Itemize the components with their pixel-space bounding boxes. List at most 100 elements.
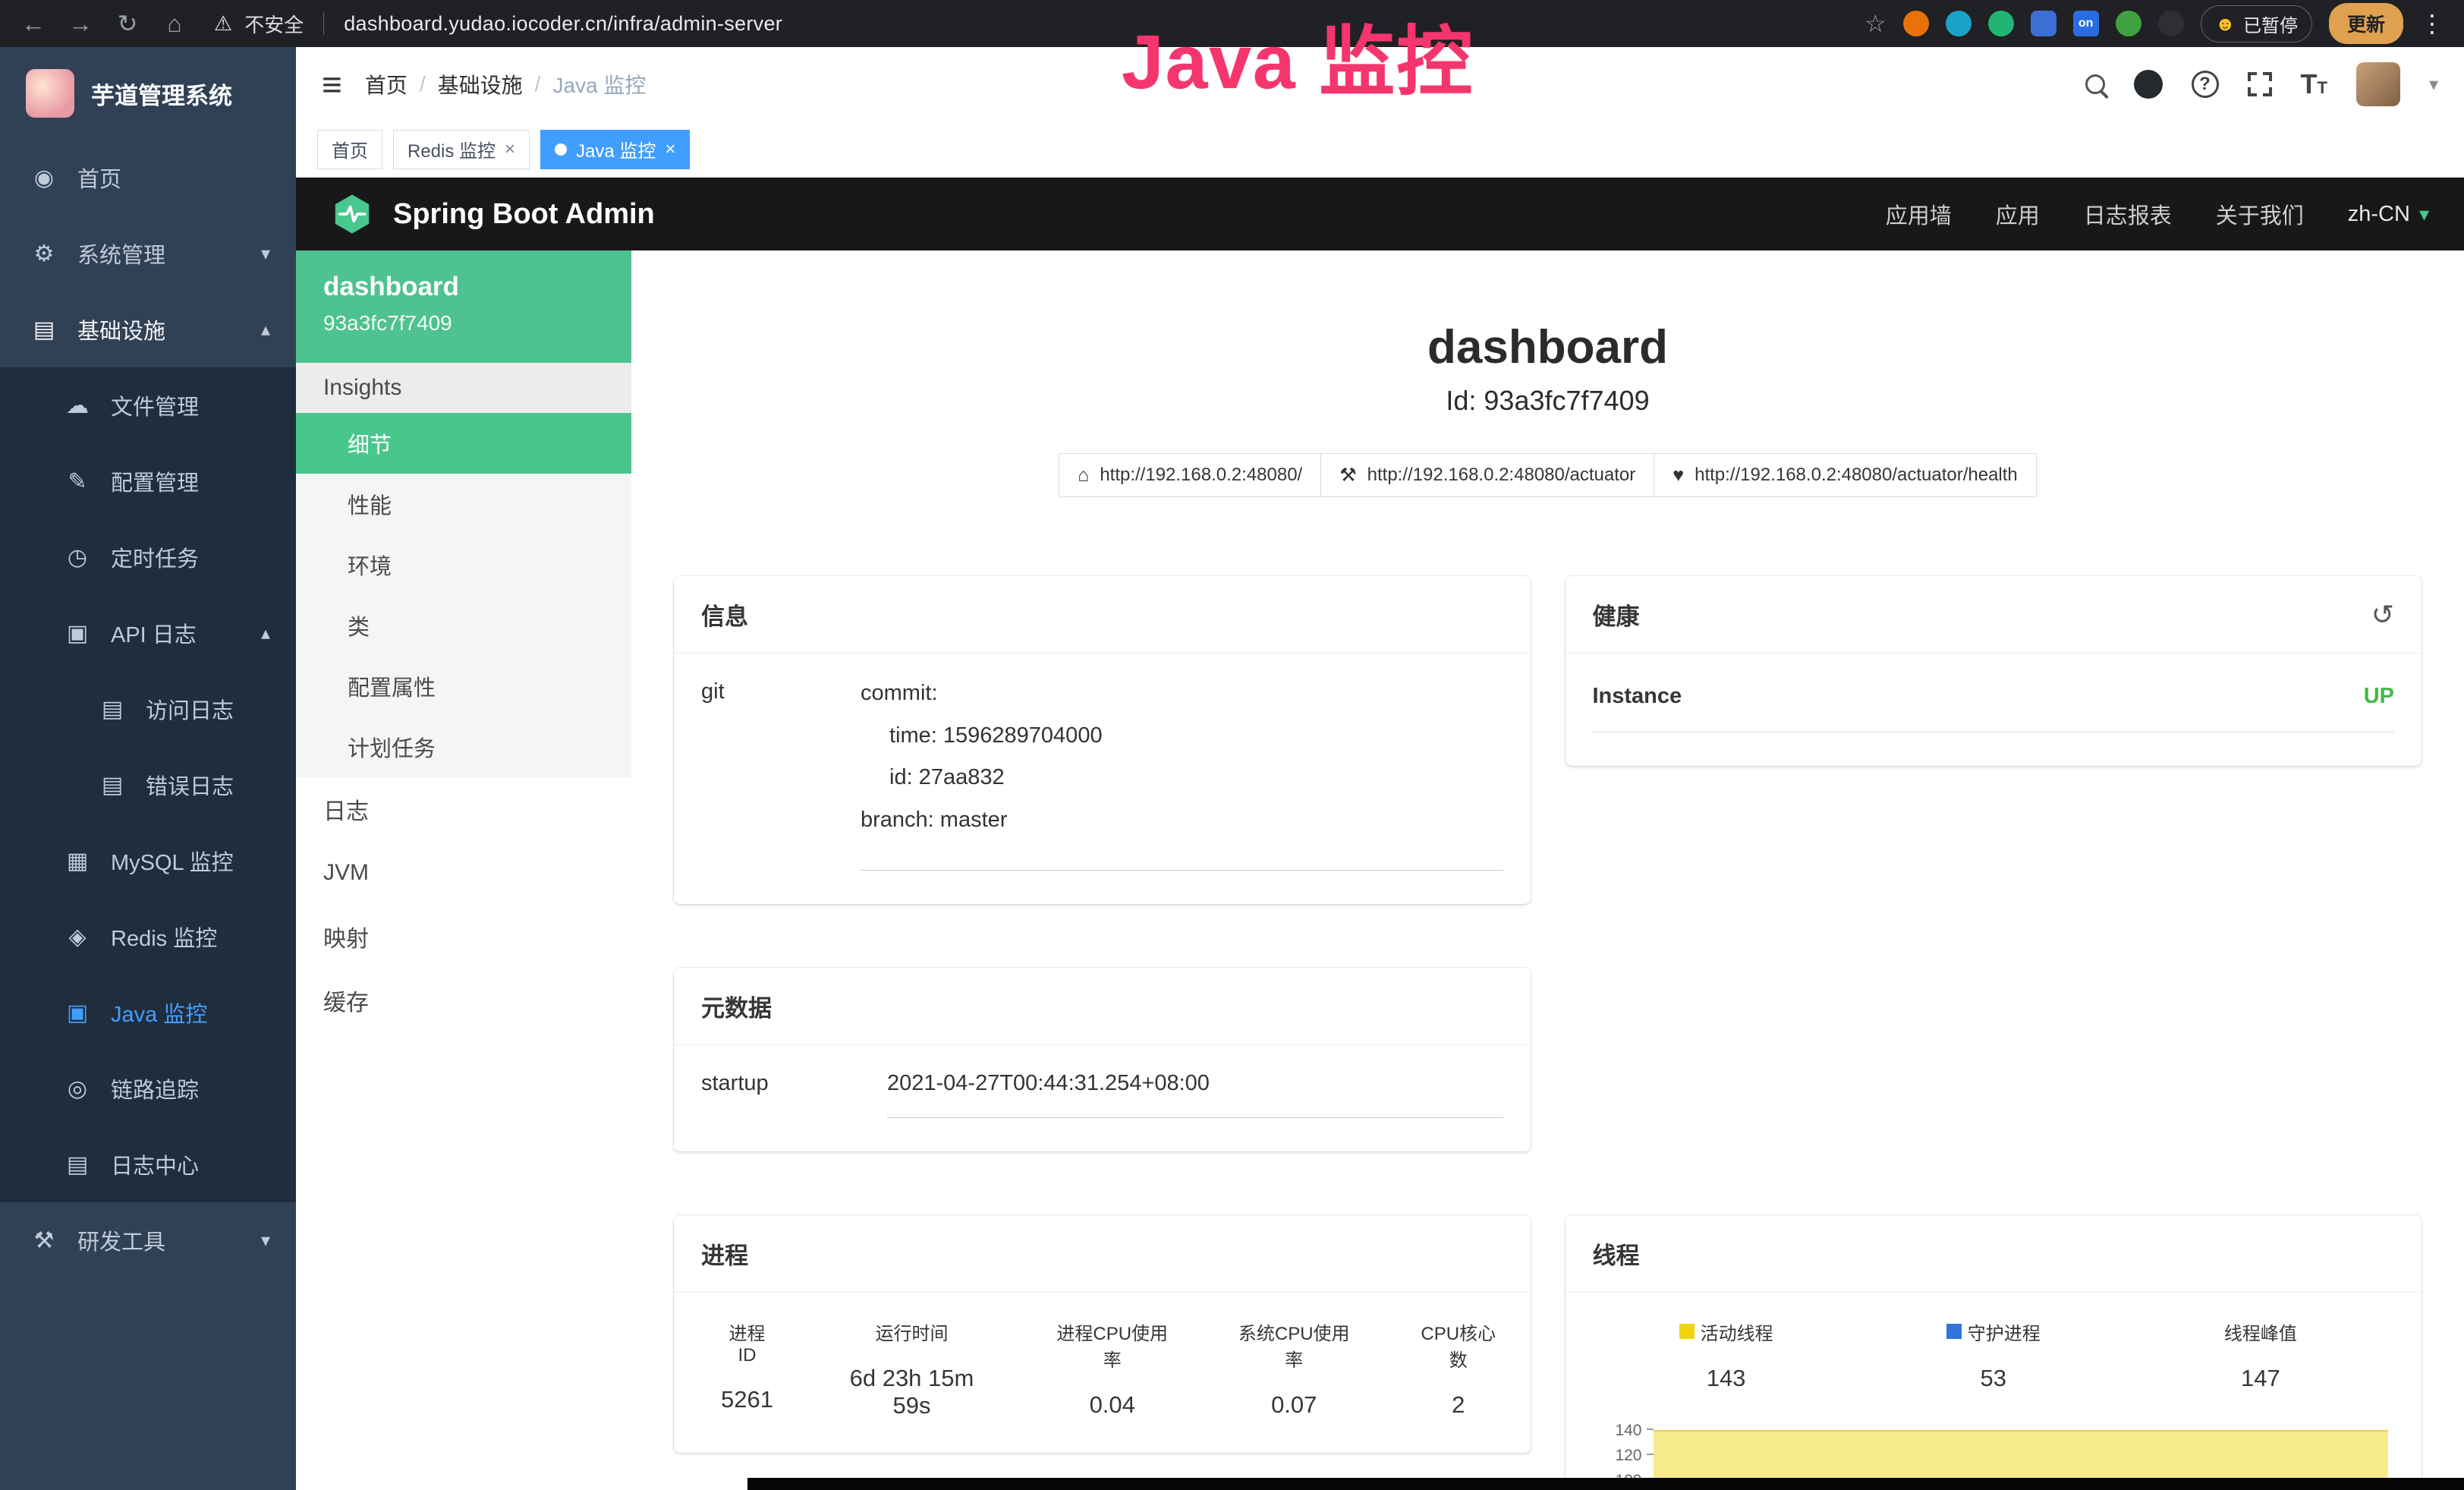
extension-icon[interactable] (1903, 11, 1929, 36)
admin-sidebar: 芋道管理系统 ◉ 首页 ⚙ 系统管理 ▾ ▤ 基础设施 ▴ (0, 47, 296, 1490)
main-column: ≡ 首页 / 基础设施 / Java 监控 ? TT ▾ (296, 47, 2464, 1490)
reload-icon[interactable]: ↻ (114, 9, 141, 38)
sidebar-item-api-log[interactable]: ▣ API 日志 ▴ (0, 595, 296, 671)
y-tick: 140 (1593, 1422, 1654, 1447)
sidebar-item-label: 研发工具 (77, 1224, 165, 1256)
brand-title[interactable]: Spring Boot Admin (393, 198, 655, 231)
legend-item-peak: 线程峰值 147 (2224, 1318, 2297, 1392)
sidebar-item-scheduled-jobs[interactable]: ◷ 定时任务 (0, 519, 296, 595)
profile-paused-badge[interactable]: ☻ 已暂停 (2201, 5, 2312, 43)
sidebar-item-label: Redis 监控 (111, 921, 217, 953)
sidebar-item-label: 访问日志 (146, 693, 234, 725)
history-icon[interactable]: ↺ (2371, 599, 2394, 631)
sidebar-item-config-properties[interactable]: 配置属性 (296, 656, 631, 717)
instance-base-url-link[interactable]: ⌂ http://192.168.0.2:48080/ (1059, 453, 1321, 497)
tab-label: Java 监控 (576, 136, 656, 162)
stat-value: 0.04 (1050, 1391, 1175, 1419)
address-bar[interactable]: ⚠ 不安全 dashboard.yudao.iocoder.cn/infra/a… (214, 10, 782, 38)
close-icon[interactable]: × (665, 139, 675, 160)
chevron-down-icon: ▾ (2419, 203, 2429, 226)
legend-swatch-active-threads (1679, 1324, 1695, 1339)
close-icon[interactable]: × (505, 139, 515, 160)
sidebar-section-jvm[interactable]: JVM (296, 841, 631, 905)
sidebar-item-label: 错误日志 (146, 769, 234, 801)
sidebar-item-system[interactable]: ⚙ 系统管理 ▾ (0, 216, 296, 291)
extension-on-badge-icon[interactable]: on (2073, 11, 2099, 36)
sidebar-item-file-management[interactable]: ☁ 文件管理 (0, 367, 296, 443)
legend-label: 守护进程 (1968, 1318, 2041, 1345)
nav-journal[interactable]: 日志报表 (2084, 198, 2172, 230)
help-icon[interactable]: ? (2192, 71, 2219, 98)
sidebar-item-access-log[interactable]: ▤ 访问日志 (0, 671, 296, 747)
nav-wall[interactable]: 应用墙 (1886, 198, 1952, 230)
sidebar-item-tracing[interactable]: ◎ 链路追踪 (0, 1051, 296, 1126)
sidebar-item-label: 基础设施 (77, 313, 165, 345)
breadcrumb-item[interactable]: 首页 (365, 69, 408, 99)
sidebar-section-insights[interactable]: Insights (296, 363, 631, 413)
tab-redis-monitor[interactable]: Redis 监控 × (393, 130, 530, 169)
eye-icon: ◎ (64, 1076, 91, 1102)
sidebar-item-config-management[interactable]: ✎ 配置管理 (0, 443, 296, 519)
breadcrumb: 首页 / 基础设施 / Java 监控 (365, 69, 647, 99)
instance-header[interactable]: dashboard 93a3fc7f7409 (296, 250, 631, 363)
info-value: commit: time: 1596289704000 id: 27aa832 … (861, 679, 1503, 871)
nav-about[interactable]: 关于我们 (2216, 198, 2304, 230)
font-size-large-glyph: T (2301, 68, 2318, 99)
sidebar-item-scheduled-tasks[interactable]: 计划任务 (296, 717, 631, 777)
browser-menu-icon[interactable]: ⋮ (2420, 9, 2444, 38)
link-label: http://192.168.0.2:48080/ (1100, 465, 1302, 486)
nav-applications[interactable]: 应用 (1996, 198, 2040, 230)
link-label: http://192.168.0.2:48080/actuator (1367, 465, 1636, 486)
sidebar-item-java-monitor[interactable]: ▣ Java 监控 (0, 975, 296, 1051)
sidebar-item-details[interactable]: 细节 (296, 413, 631, 474)
tools-icon: ⚒ (30, 1227, 58, 1254)
cards-grid: 信息 git commit: time: 1596289704000 id: 2… (674, 576, 2422, 1490)
sidebar-item-classes[interactable]: 类 (296, 595, 631, 656)
breadcrumb-item[interactable]: 基础设施 (438, 69, 523, 99)
url-text[interactable]: dashboard.yudao.iocoder.cn/infra/admin-s… (344, 12, 782, 36)
extension-icon[interactable] (1946, 11, 1972, 36)
forward-icon[interactable]: → (67, 10, 94, 38)
sidebar-section-mappings[interactable]: 映射 (296, 905, 631, 969)
spring-boot-admin-logo-icon[interactable] (331, 193, 373, 235)
threads-card-title: 线程 (1566, 1215, 2422, 1293)
instance-health-link[interactable]: ♥ http://192.168.0.2:48080/actuator/heal… (1654, 453, 2037, 497)
sidebar-item-performance[interactable]: 性能 (296, 474, 631, 534)
app-frame: 芋道管理系统 ◉ 首页 ⚙ 系统管理 ▾ ▤ 基础设施 ▴ (0, 47, 2464, 1490)
font-size-icon[interactable]: TT (2301, 68, 2327, 100)
extension-icon[interactable] (2031, 11, 2056, 36)
extension-icon[interactable] (2116, 11, 2141, 36)
update-button[interactable]: 更新 (2329, 3, 2403, 44)
sidebar-item-redis-monitor[interactable]: ◈ Redis 监控 (0, 899, 296, 975)
info-card-title: 信息 (674, 576, 1531, 654)
sidebar-item-environment[interactable]: 环境 (296, 534, 631, 595)
user-avatar[interactable] (2356, 62, 2400, 106)
bookmark-star-icon[interactable]: ☆ (1865, 9, 1887, 38)
back-icon[interactable]: ← (20, 10, 47, 38)
chevron-down-icon[interactable]: ▾ (2429, 74, 2438, 96)
health-status-badge: UP (2364, 684, 2394, 709)
sidebar-section-logs[interactable]: 日志 (296, 777, 631, 841)
sidebar-item-infrastructure[interactable]: ▤ 基础设施 ▴ (0, 291, 296, 367)
sidebar-item-home[interactable]: ◉ 首页 (0, 140, 296, 216)
extension-icon[interactable] (1988, 11, 2014, 36)
sidebar-item-dev-tools[interactable]: ⚒ 研发工具 ▾ (0, 1202, 296, 1278)
security-label[interactable]: 不安全 (244, 10, 304, 38)
tab-java-monitor[interactable]: Java 监控 × (540, 130, 690, 169)
sidebar-item-error-log[interactable]: ▤ 错误日志 (0, 747, 296, 823)
locale-select[interactable]: zh-CN ▾ (2348, 202, 2429, 227)
sidebar-item-mysql-monitor[interactable]: ▦ MySQL 监控 (0, 823, 296, 899)
instance-id: 93a3fc7f7409 (323, 311, 631, 335)
hamburger-icon[interactable]: ≡ (322, 64, 342, 105)
sidebar-section-caches[interactable]: 缓存 (296, 969, 631, 1032)
github-icon[interactable] (2134, 70, 2163, 99)
instance-actuator-link[interactable]: ⚒ http://192.168.0.2:48080/actuator (1320, 453, 1654, 497)
extension-icon[interactable] (2158, 11, 2184, 36)
stat-label: 系统CPU使用率 (1232, 1318, 1356, 1372)
sidebar-item-log-center[interactable]: ▤ 日志中心 (0, 1126, 296, 1202)
fullscreen-icon[interactable] (2248, 72, 2272, 96)
sidebar-item-label: 文件管理 (111, 389, 199, 421)
search-icon[interactable] (2085, 74, 2105, 94)
tab-home[interactable]: 首页 (317, 130, 382, 169)
home-icon[interactable]: ⌂ (161, 10, 188, 38)
